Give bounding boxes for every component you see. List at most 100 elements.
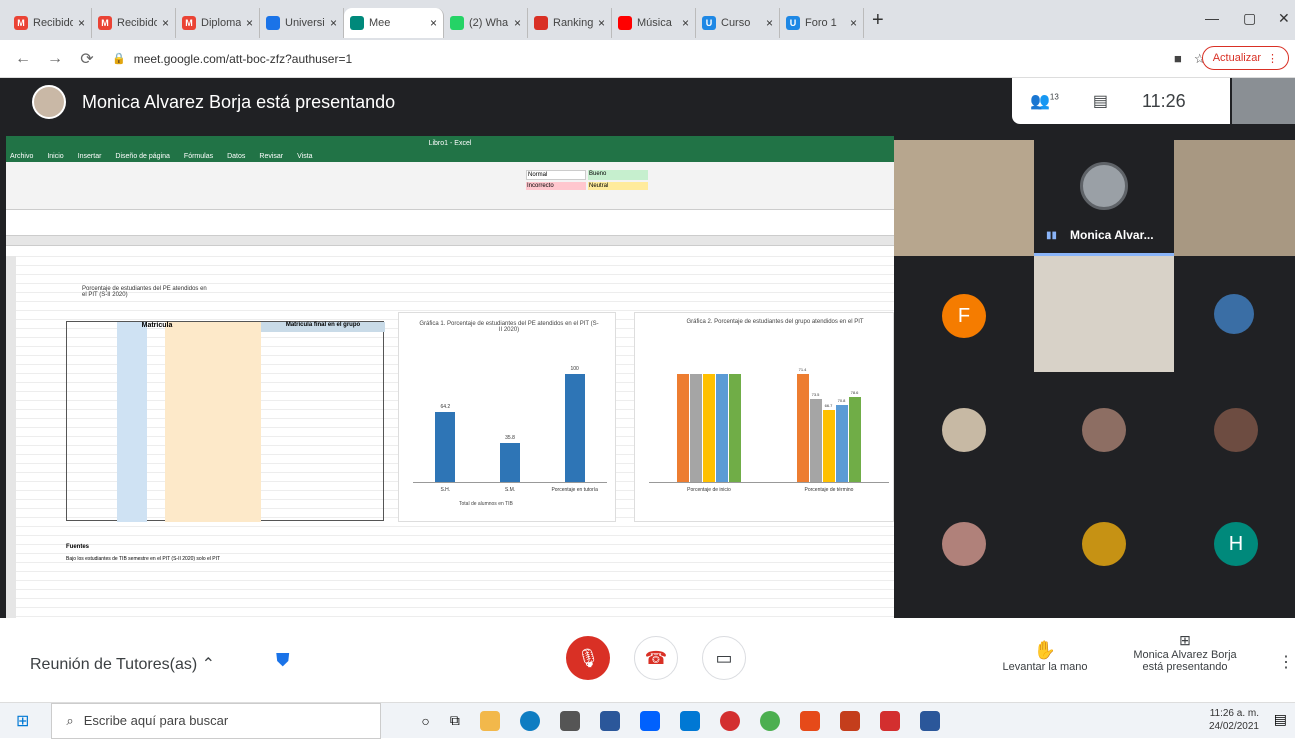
tab-close-icon[interactable]: ×	[850, 16, 857, 30]
browser-tab[interactable]: U Curso ×	[696, 8, 780, 38]
participant-tile-presenter[interactable]: ▮▮ Monica Alvar...	[1034, 140, 1174, 256]
file-explorer-icon[interactable]	[479, 710, 500, 731]
pdf-icon[interactable]	[879, 710, 900, 731]
excel-menu-item[interactable]: Diseño de página	[115, 153, 170, 160]
clock: 11:26	[1141, 90, 1186, 111]
shield-icon[interactable]: ⛊	[276, 650, 290, 671]
url-text: meet.google.com/att-boc-zfz?authuser=1	[133, 51, 353, 66]
chart-1-category-label: Porcentaje en tutoría	[551, 487, 598, 493]
participant-tile-h[interactable]: H	[1174, 488, 1295, 604]
tab-close-icon[interactable]: ×	[162, 16, 169, 30]
participant-tile-8[interactable]	[1034, 372, 1174, 488]
excel-menu-item[interactable]: Vista	[297, 153, 312, 160]
participant-avatar-h: H	[1214, 522, 1258, 566]
tab-favicon-icon	[534, 16, 548, 30]
chrome-icon[interactable]	[759, 710, 780, 731]
powerpoint-icon[interactable]	[839, 710, 860, 731]
chart-2: Gráfica 2. Porcentaje de estudiantes del…	[634, 312, 894, 522]
browser-tab[interactable]: M Recibido ×	[92, 8, 176, 38]
more-options-icon[interactable]: ⋮	[1278, 652, 1294, 672]
browser-tab[interactable]: Mee ×	[344, 8, 444, 38]
camera-button[interactable]: ▭	[702, 636, 746, 680]
style-neutral[interactable]: Neutral	[588, 182, 648, 190]
notifications-icon[interactable]: ▤	[1274, 711, 1287, 728]
tab-close-icon[interactable]: ×	[514, 16, 521, 30]
participant-tile-f[interactable]: F	[894, 256, 1034, 372]
chart-1-legend: Total de alumnos en TIB	[459, 501, 513, 507]
opera-icon[interactable]	[719, 710, 740, 731]
browser-tab-bar: M Recibido × M Recibido × M Diploma × Universi × Me…	[0, 0, 1295, 40]
excel-menu-item[interactable]: Archivo	[10, 153, 33, 160]
excel-menu-item[interactable]: Revisar	[259, 153, 283, 160]
style-good[interactable]: Bueno	[588, 170, 648, 180]
system-tray-clock[interactable]: 11:26 a. m. 24/02/2021	[1209, 707, 1259, 733]
browser-tab[interactable]: M Diploma ×	[176, 8, 260, 38]
maximize-icon[interactable]: ▢	[1243, 10, 1256, 27]
chart-2-bar	[835, 405, 848, 482]
tab-close-icon[interactable]: ×	[430, 16, 437, 30]
end-call-button[interactable]: ☎	[634, 636, 678, 680]
tab-close-icon[interactable]: ×	[246, 16, 253, 30]
participant-tile-6[interactable]	[1174, 256, 1295, 372]
browser-tab[interactable]: M Recibido ×	[8, 8, 92, 38]
participant-tile-video[interactable]	[1034, 256, 1174, 372]
app-icon-1[interactable]	[599, 710, 620, 731]
mic-off-icon: 🎙	[576, 647, 600, 668]
tab-close-icon[interactable]: ×	[78, 16, 85, 30]
mail-icon[interactable]	[679, 710, 700, 731]
close-window-icon[interactable]: ✕	[1278, 10, 1290, 27]
self-view-thumbnail[interactable]	[1232, 78, 1295, 124]
cortana-icon[interactable]: ○	[421, 713, 429, 729]
update-button[interactable]: Actualizar ⋮	[1201, 46, 1289, 70]
back-icon[interactable]: ←	[14, 50, 32, 68]
participant-tile-3[interactable]	[1174, 140, 1295, 256]
participant-tile-11[interactable]	[1034, 488, 1174, 604]
tab-close-icon[interactable]: ×	[330, 16, 337, 30]
task-view-icon[interactable]: ⧉	[450, 712, 460, 729]
browser-tab[interactable]: Música ×	[612, 8, 696, 38]
tab-close-icon[interactable]: ×	[598, 16, 605, 30]
browser-tab[interactable]: U Foro 1 ×	[780, 8, 864, 38]
participant-tile-9[interactable]	[1174, 372, 1295, 488]
microphone-off-button[interactable]: 🎙	[566, 636, 610, 680]
participant-tile-7[interactable]	[894, 372, 1034, 488]
raise-hand-button[interactable]: ✋ Levantar la mano	[990, 640, 1100, 673]
chart-2-data-label: 66.7	[824, 402, 833, 408]
store-icon[interactable]	[559, 710, 580, 731]
footnote: Fuentes	[66, 544, 90, 550]
edge-icon[interactable]	[519, 710, 540, 731]
forward-icon[interactable]: →	[46, 50, 64, 68]
meeting-details-button[interactable]: Reunión de Tutores(as) ⌃	[30, 654, 215, 674]
browser-tab[interactable]: Universi ×	[260, 8, 344, 38]
camera-icon[interactable]: ■	[1174, 51, 1182, 66]
tab-close-icon[interactable]: ×	[682, 16, 689, 30]
dropbox-icon[interactable]	[639, 710, 660, 731]
excel-menu-item[interactable]: Insertar	[78, 153, 102, 160]
present-screen-icon: ⊞	[1179, 632, 1191, 648]
reload-icon[interactable]: ⟳	[78, 49, 96, 69]
browser-tab[interactable]: Ranking ×	[528, 8, 612, 38]
browser-tab[interactable]: (2) Wha ×	[444, 8, 528, 38]
office-icon[interactable]	[799, 710, 820, 731]
url-input[interactable]: 🔒 meet.google.com/att-boc-zfz?authuser=1	[112, 45, 1162, 73]
chat-icon[interactable]: ▤	[1093, 91, 1108, 111]
hand-icon: ✋	[1033, 640, 1057, 660]
people-button[interactable]: 👥13	[1030, 91, 1059, 111]
participant-tile-1[interactable]	[894, 140, 1034, 256]
presenting-button[interactable]: ⊞ Monica Alvarez Borja está presentando	[1120, 632, 1250, 673]
style-normal[interactable]: Normal	[526, 170, 586, 180]
excel-menu-item[interactable]: Inicio	[47, 153, 63, 160]
taskbar-search[interactable]: ⌕ Escribe aquí para buscar	[51, 702, 382, 739]
minimize-icon[interactable]: —	[1205, 10, 1219, 26]
table-header-2: Matrícula final en el grupo	[261, 322, 385, 332]
style-bad[interactable]: Incorrecto	[526, 182, 586, 190]
new-tab-button[interactable]: +	[872, 9, 884, 32]
styles-gallery: Normal Bueno Incorrecto Neutral	[526, 170, 648, 190]
windows-start-icon[interactable]: ⊞	[16, 711, 29, 731]
tab-close-icon[interactable]: ×	[766, 16, 773, 30]
participant-tile-10[interactable]	[894, 488, 1034, 604]
excel-menu-item[interactable]: Fórmulas	[184, 153, 213, 160]
word-icon[interactable]	[919, 710, 940, 731]
formula-bar[interactable]	[6, 210, 894, 236]
excel-menu-item[interactable]: Datos	[227, 153, 245, 160]
